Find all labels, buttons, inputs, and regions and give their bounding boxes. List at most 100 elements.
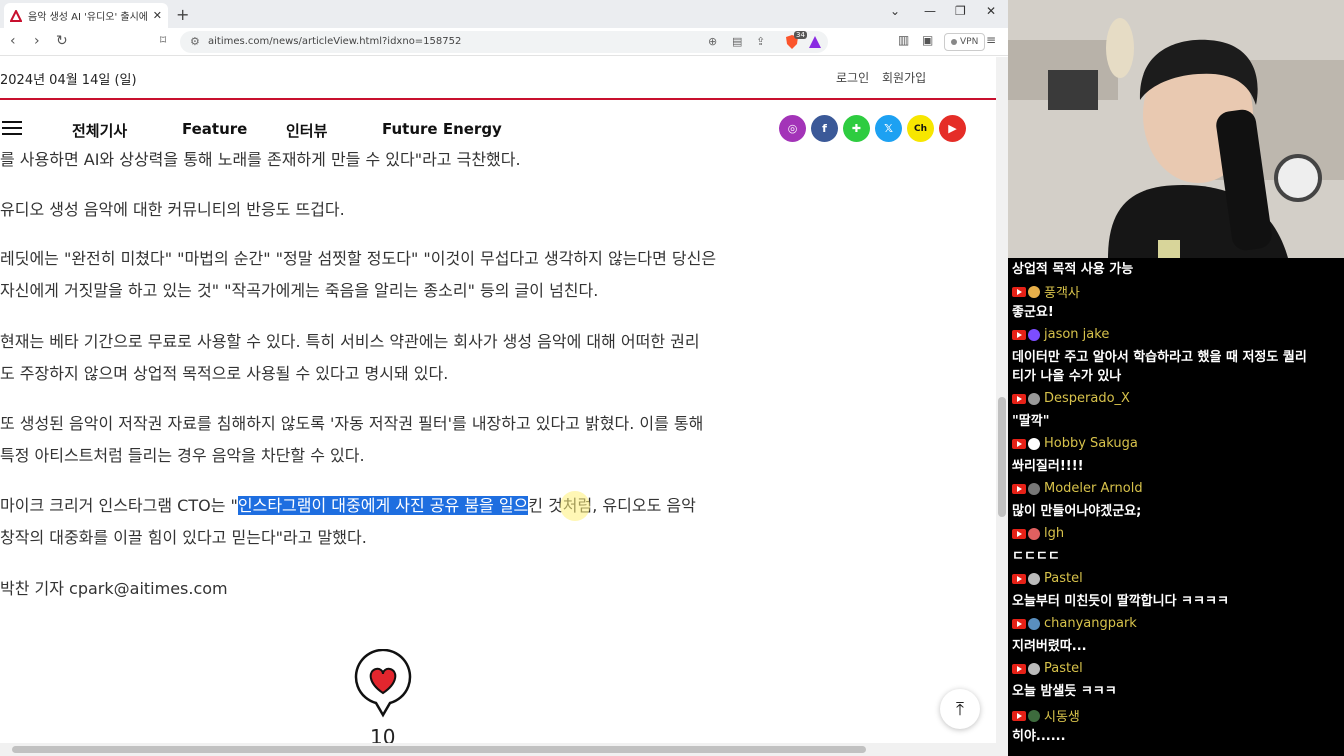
text-line: 자신에게 거짓말을 하고 있는 것" "작곡가에게는 죽음을 알리는 종소리" … (0, 281, 599, 300)
vpn-button[interactable]: VPN (944, 33, 986, 51)
chat-author-row: chanyangpark (1012, 616, 1137, 631)
avatar (1028, 392, 1040, 405)
chat-author-name: 풍객사 (1044, 286, 1080, 301)
close-window-icon[interactable]: ✕ (986, 4, 996, 18)
minimize-icon[interactable]: — (924, 4, 936, 18)
chat-author-row: Pastel (1012, 571, 1083, 586)
instagram-icon[interactable]: ◎ (779, 115, 806, 142)
avatar (1028, 617, 1040, 630)
text-line: 마이크 크리거 인스타그램 CTO는 "인스타그램이 대중에게 사진 공유 붐을… (0, 490, 770, 522)
byline: 박찬 기자 cpark@aitimes.com (0, 579, 228, 598)
avatar (1028, 285, 1040, 298)
chat-author-row: 풍객사 (1012, 282, 1080, 301)
chat-author-name: Modeler Arnold (1044, 481, 1143, 496)
avatar (1028, 572, 1040, 585)
like-heart-icon[interactable] (354, 649, 412, 719)
kakao-story-icon[interactable]: ✚ (843, 115, 870, 142)
header-date: 2024년 04월 14일 (일) (0, 73, 137, 88)
scroll-to-top-button[interactable]: ⤒ (940, 689, 980, 729)
site-info-icon[interactable]: ⚙ (190, 35, 200, 48)
text-line: 특정 아티스트처럼 들리는 경우 음악을 차단할 수 있다. (0, 446, 365, 465)
chat-author-name: lgh (1044, 526, 1065, 541)
chat-message-text: ㄷㄷㄷㄷ (1012, 549, 1060, 564)
zoom-icon[interactable]: ⊕ (708, 35, 717, 48)
kakao-channel-icon[interactable]: Ch (907, 115, 934, 142)
nav-interview[interactable]: 인터뷰 (286, 120, 327, 141)
nav-feature[interactable]: Feature (182, 120, 247, 138)
chat-message-text: 쏴리질러!!!! (1012, 459, 1084, 474)
wallet-icon[interactable]: ▣ (922, 33, 933, 47)
chat-author-name: Hobby Sakuga (1044, 436, 1138, 451)
youtube-badge-icon (1012, 286, 1026, 297)
avatar (1028, 437, 1040, 450)
aitimes-favicon (10, 9, 22, 22)
youtube-badge-icon (1012, 710, 1026, 721)
vertical-scrollbar[interactable] (996, 57, 1008, 756)
selected-text[interactable]: 인스타그램이 대중에게 사진 공유 붐을 일으 (237, 496, 529, 515)
scroll-thumb[interactable] (998, 397, 1006, 517)
chat-author-row: Desperado_X (1012, 391, 1130, 406)
article-paragraph: 유디오 생성 음악에 대한 커뮤니티의 반응도 뜨겁다. (0, 200, 345, 219)
youtube-badge-icon (1012, 438, 1026, 449)
maximize-icon[interactable]: ❐ (955, 4, 966, 18)
article-paragraph: 레딧에는 "완전히 미쳤다" "마법의 순간" "정말 섬찟할 정도다" "이것… (0, 243, 770, 307)
back-icon[interactable]: ‹ (10, 33, 16, 49)
article-paragraph: 현재는 베타 기간으로 무료로 사용할 수 있다. 특히 서비스 약관에는 회사… (0, 326, 770, 390)
brave-rewards-icon[interactable] (808, 35, 822, 49)
youtube-badge-icon (1012, 483, 1026, 494)
chat-author-name: Pastel (1044, 571, 1083, 586)
chat-author-row: lgh (1012, 526, 1064, 541)
cursor-highlight (560, 491, 590, 521)
article-paragraph: 또 생성된 음악이 저작권 자료를 침해하지 않도록 '자동 저작권 필터'를 … (0, 408, 770, 472)
chat-message-text: 오늘부터 미친듯이 딸깍합니다 ㅋㅋㅋㅋ (1012, 594, 1229, 609)
reload-icon[interactable]: ↻ (56, 33, 68, 49)
youtube-badge-icon (1012, 528, 1026, 539)
browser-tab-active[interactable]: 음악 생성 AI '유디오' 출시에 "C ✕ (4, 3, 168, 28)
share-icon[interactable]: ⇪ (756, 35, 765, 48)
webcam-image (1008, 0, 1344, 258)
text-line: 현재는 베타 기간으로 무료로 사용할 수 있다. 특히 서비스 약관에는 회사… (0, 332, 700, 351)
web-page: 2024년 04월 14일 (일) 로그인 회원가입 전체기사 Feature … (0, 57, 996, 743)
avatar (1028, 482, 1040, 495)
chat-author-row: Modeler Arnold (1012, 481, 1143, 496)
sidebar-icon[interactable]: ▥ (898, 33, 909, 47)
new-tab-button[interactable]: + (176, 5, 189, 24)
forward-icon[interactable]: › (34, 33, 40, 49)
menu-icon[interactable]: ≡ (986, 33, 996, 47)
url-bar[interactable]: ⚙ aitimes.com/news/articleView.html?idxn… (180, 31, 828, 53)
youtube-icon[interactable]: ▶ (939, 115, 966, 142)
scroll-thumb[interactable] (12, 746, 866, 753)
signup-link[interactable]: 회원가입 (882, 69, 926, 86)
avatar (1028, 328, 1040, 341)
tab-close-icon[interactable]: ✕ (153, 9, 162, 22)
x-twitter-icon[interactable]: 𝕏 (875, 115, 902, 142)
chat-author-name: Pastel (1044, 661, 1083, 676)
chat-message-text: 오늘 밤샐듯 ㅋㅋㅋ (1012, 684, 1117, 699)
avatar (1028, 662, 1040, 675)
vpn-label: VPN (960, 37, 979, 47)
header-divider (0, 98, 996, 100)
tab-title: 음악 생성 AI '유디오' 출시에 "C (28, 12, 149, 23)
chat-message-text: "딸깍" (1012, 414, 1050, 429)
text-line: 도 주장하지 않으며 상업적 목적으로 사용될 수 있다고 명시돼 있다. (0, 364, 449, 383)
stream-overlay: 상업적 목적 사용 가능 풍객사 좋군요! jason jake 데이터만 주고 알아서… (1008, 0, 1344, 756)
login-link[interactable]: 로그인 (836, 69, 869, 86)
bookmark-icon[interactable]: ⌑ (160, 33, 166, 47)
chat-message-text: 많이 만들어나야겠군요; (1012, 504, 1142, 519)
youtube-badge-icon (1012, 573, 1026, 584)
youtube-badge-icon (1012, 663, 1026, 674)
nav-all-articles[interactable]: 전체기사 (72, 120, 127, 141)
arrow-up-icon: ⤒ (956, 698, 964, 720)
horizontal-scrollbar[interactable] (0, 743, 996, 756)
facebook-icon[interactable]: f (811, 115, 838, 142)
tab-search-icon[interactable]: ⌄ (890, 4, 900, 18)
youtube-badge-icon (1012, 329, 1026, 340)
nav-future-energy[interactable]: Future Energy (382, 120, 502, 138)
hamburger-menu-icon[interactable] (2, 121, 22, 135)
reader-icon[interactable]: ▤ (732, 35, 742, 48)
chat-message-text: 데이터만 주고 알아서 학습하라고 했을 때 저정도 퀄리 (1012, 350, 1307, 365)
chat-author-row: Hobby Sakuga (1012, 436, 1138, 451)
chat-message-text: 히야...... (1012, 729, 1066, 744)
chat-message-text: 좋군요! (1012, 305, 1054, 320)
tab-bar: 음악 생성 AI '유디오' 출시에 "C ✕ + ⌄ — ❐ ✕ (0, 0, 1008, 28)
